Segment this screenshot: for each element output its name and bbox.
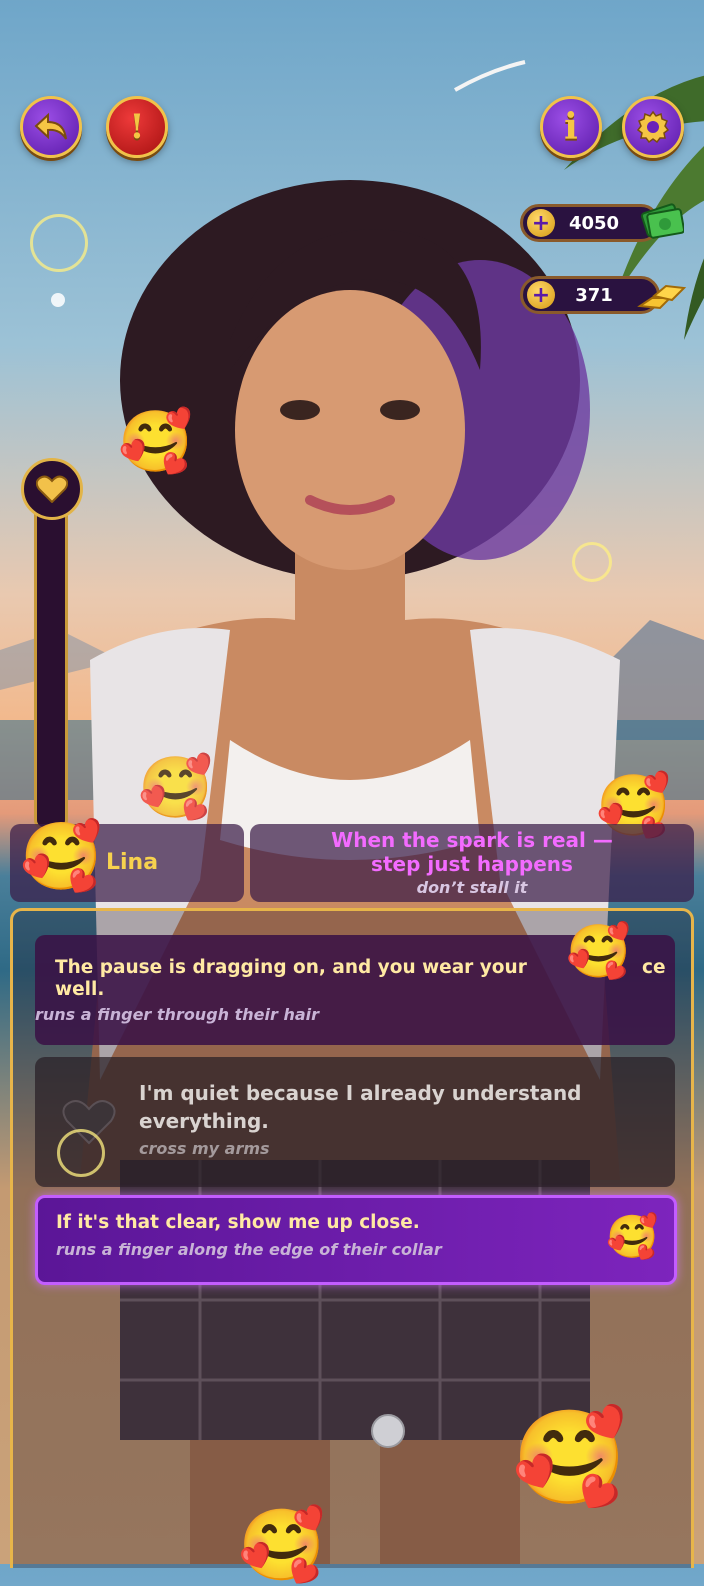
- undo-arrow-icon: [34, 112, 67, 140]
- smiling-face-hearts-icon: 🥰: [606, 1212, 659, 1261]
- back-button[interactable]: [20, 96, 82, 158]
- choice-3-text: If it's that clear, show me up close.: [56, 1212, 420, 1233]
- sparkle-ring: [572, 542, 612, 582]
- dialogue-line-1: When the spark is real —: [331, 828, 613, 852]
- info-icon: i: [564, 106, 578, 148]
- dialogue-action: don’t stall it: [416, 878, 528, 897]
- choice-1-action: runs a finger through their hair: [35, 1005, 320, 1024]
- choice-1-text-line2: well.: [55, 979, 105, 1000]
- choice-1-text: The pause is dragging on, and you wear y…: [55, 957, 527, 978]
- choice-2-text: I'm quiet because I already understand: [139, 1081, 582, 1105]
- sparkle-ring: [30, 214, 88, 272]
- dialogue-box: When the spark is real — step just happe…: [250, 824, 694, 902]
- info-button[interactable]: i: [540, 96, 602, 158]
- settings-button[interactable]: [622, 96, 684, 158]
- dialogue-line-2: step just happens: [371, 852, 573, 876]
- add-gold-button[interactable]: +: [527, 281, 555, 309]
- choice-1-text-end: ce: [642, 957, 666, 978]
- gear-icon: [636, 110, 670, 144]
- exclamation-icon: !: [129, 107, 145, 147]
- gold-value: 371: [575, 284, 613, 306]
- affection-meter-cap: [21, 458, 83, 520]
- gold-bars-icon: [637, 284, 687, 310]
- heart-icon: [36, 475, 68, 503]
- choice-2-text-line2: everything.: [139, 1109, 269, 1133]
- sparkle-ring: [57, 1129, 105, 1177]
- cash-icon: [640, 203, 684, 239]
- choice-3-action: runs a finger along the edge of their co…: [56, 1240, 442, 1259]
- scroll-indicator[interactable]: [371, 1414, 405, 1448]
- smiling-face-hearts-icon: 🥰: [238, 1504, 326, 1586]
- affection-meter: [34, 500, 68, 830]
- smiling-face-hearts-icon: 🥰: [566, 922, 631, 982]
- report-button[interactable]: !: [106, 96, 168, 158]
- cash-value: 4050: [568, 212, 620, 234]
- choice-option-2[interactable]: I'm quiet because I already understand e…: [35, 1057, 675, 1187]
- choice-2-action: cross my arms: [139, 1139, 270, 1158]
- add-cash-button[interactable]: +: [527, 209, 555, 237]
- smiling-face-hearts-icon: 🥰: [20, 818, 103, 895]
- smiling-face-hearts-icon: 🥰: [118, 407, 193, 477]
- cash-counter: + 4050: [520, 204, 660, 242]
- smiling-face-hearts-icon: 🥰: [138, 753, 213, 823]
- speaker-name: Lina: [106, 850, 159, 875]
- smiling-face-hearts-icon: 🥰: [512, 1404, 627, 1511]
- choice-option-3-selected[interactable]: If it's that clear, show me up close. ru…: [35, 1195, 677, 1285]
